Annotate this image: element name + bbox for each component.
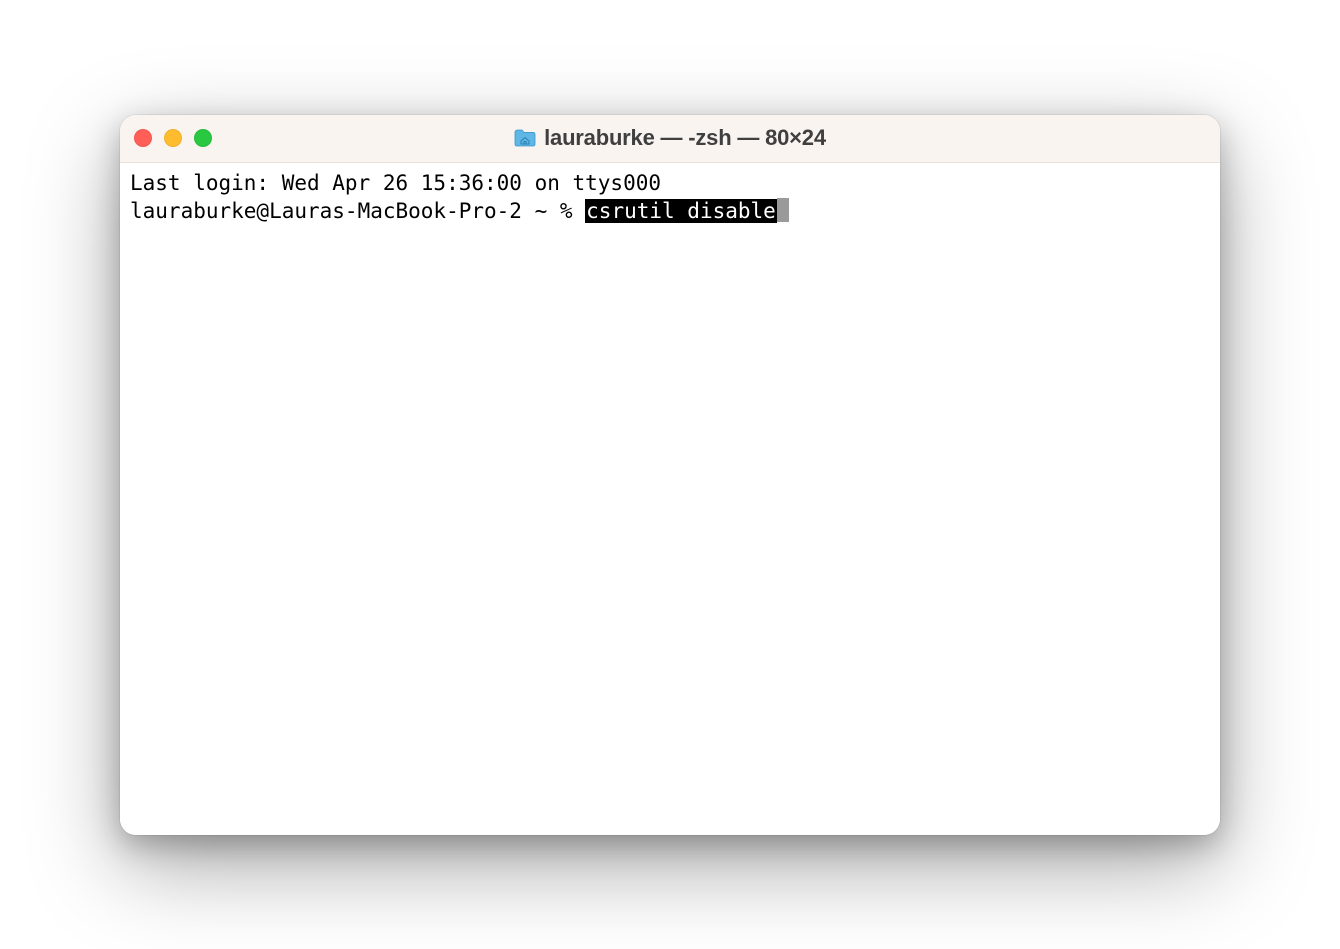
minimize-icon[interactable] xyxy=(164,129,182,147)
titlebar[interactable]: lauraburke — -zsh — 80×24 xyxy=(120,115,1220,163)
terminal-window: lauraburke — -zsh — 80×24 Last login: We… xyxy=(120,115,1220,835)
close-icon[interactable] xyxy=(134,129,152,147)
cursor-icon xyxy=(777,198,789,222)
command-text[interactable]: csrutil disable xyxy=(585,199,777,223)
window-title: lauraburke — -zsh — 80×24 xyxy=(544,125,826,151)
traffic-lights xyxy=(134,129,212,147)
maximize-icon[interactable] xyxy=(194,129,212,147)
prompt-line: lauraburke@Lauras-MacBook-Pro-2 ~ % csru… xyxy=(130,197,1210,225)
shell-prompt: lauraburke@Lauras-MacBook-Pro-2 ~ % xyxy=(130,199,585,223)
terminal-body[interactable]: Last login: Wed Apr 26 15:36:00 on ttys0… xyxy=(120,163,1220,835)
last-login-line: Last login: Wed Apr 26 15:36:00 on ttys0… xyxy=(130,169,1210,197)
window-title-area: lauraburke — -zsh — 80×24 xyxy=(120,125,1220,151)
home-folder-icon xyxy=(514,129,536,147)
